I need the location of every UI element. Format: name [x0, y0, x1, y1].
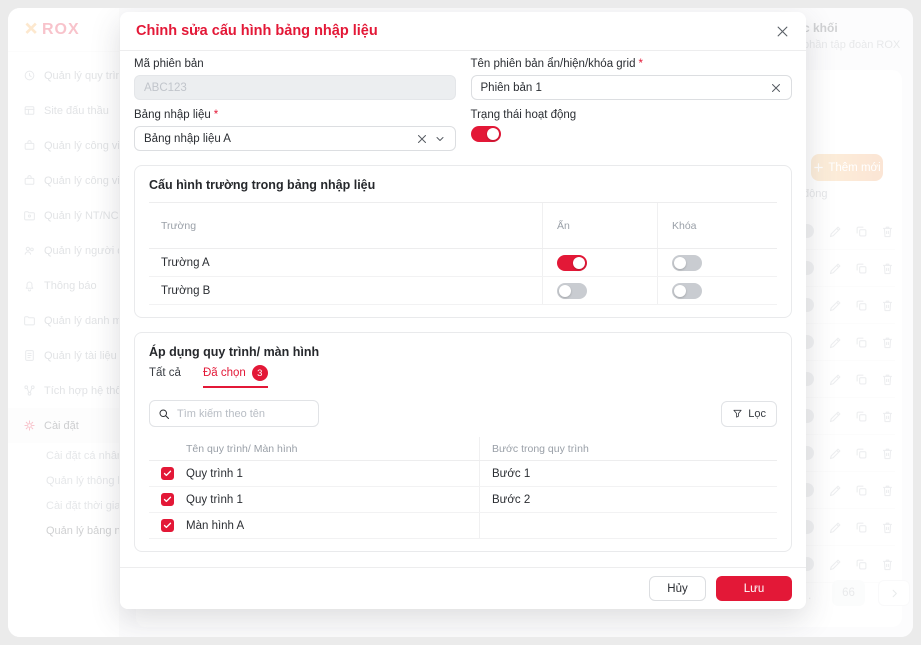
field-status: Trạng thái hoạt động [471, 109, 793, 151]
selected-count-badge: 3 [252, 365, 268, 381]
modal-body: Mã phiên bản ABC123 Tên phiên bản ẩn/hiệ… [120, 51, 806, 552]
table-row: Trường A [149, 249, 777, 277]
column-header-field: Trường [149, 203, 542, 248]
edit-config-modal: Chỉnh sửa cấu hình bảng nhập liệu Mã phi… [120, 12, 806, 609]
apply-title: Áp dụng quy trình/ màn hình [149, 345, 777, 359]
table-row: Quy trình 1 Bước 2 [149, 487, 777, 513]
search-input[interactable] [177, 408, 310, 420]
modal-footer: Hủy Lưu [120, 567, 806, 609]
tab-selected[interactable]: Đã chọn 3 [203, 365, 268, 388]
field-version-code: Mã phiên bản ABC123 [134, 58, 456, 100]
table-row: Màn hình A [149, 513, 777, 539]
column-header-name: Tên quy trình/ Màn hình [149, 437, 479, 460]
row-checkbox[interactable] [161, 519, 174, 532]
apply-card: Áp dụng quy trình/ màn hình Tất cả Đã ch… [134, 332, 792, 552]
filter-icon [732, 408, 743, 419]
table-header-row: Tên quy trình/ Màn hình Bước trong quy t… [149, 437, 777, 461]
modal-header: Chỉnh sửa cấu hình bảng nhập liệu [120, 12, 806, 51]
apply-rows: Quy trình 1 Bước 1 Quy trình 1 [149, 461, 777, 539]
row-step: Bước 2 [479, 487, 777, 512]
modal-title: Chỉnh sửa cấu hình bảng nhập liệu [136, 23, 378, 39]
field-config-table: Trường Ẩn Khóa Trường A Trường B [149, 202, 777, 305]
table-header-row: Trường Ẩn Khóa [149, 203, 777, 249]
app-frame: ROX Quản lý quy trình Site đấu thầu Quản… [8, 8, 913, 637]
cancel-button[interactable]: Hủy [649, 576, 706, 601]
version-name-field [471, 75, 793, 100]
search-row: Lọc [149, 400, 777, 427]
version-code-input: ABC123 [134, 75, 456, 100]
version-name-input[interactable] [481, 82, 765, 94]
save-button[interactable]: Lưu [716, 576, 792, 601]
status-toggle[interactable] [471, 126, 501, 142]
filter-button[interactable]: Lọc [721, 401, 777, 427]
close-icon[interactable] [775, 24, 790, 39]
lock-toggle[interactable] [672, 255, 702, 271]
chevron-down-icon[interactable] [434, 133, 446, 145]
field-version-name: Tên phiên bản ẩn/hiện/khóa grid [471, 58, 793, 100]
row-step [479, 513, 777, 538]
hide-toggle[interactable] [557, 255, 587, 271]
lock-toggle[interactable] [672, 283, 702, 299]
search-box [149, 400, 319, 427]
table-row: Trường B [149, 277, 777, 305]
column-header-lock: Khóa [657, 203, 777, 248]
row-step: Bước 1 [479, 461, 777, 486]
tab-all[interactable]: Tất cả [149, 365, 181, 388]
status-label: Trạng thái hoạt động [471, 109, 793, 121]
input-table-select[interactable]: Bảng nhập liệu A [134, 126, 456, 151]
field-config-title: Cấu hình trường trong bảng nhập liệu [149, 178, 777, 192]
version-code-label: Mã phiên bản [134, 58, 456, 70]
search-icon [158, 408, 170, 420]
row-name: Quy trình 1 [186, 494, 243, 506]
screen: ROX Quản lý quy trình Site đấu thầu Quản… [0, 0, 921, 645]
clear-icon[interactable] [770, 82, 782, 94]
row-checkbox[interactable] [161, 493, 174, 506]
apply-tabs: Tất cả Đã chọn 3 [149, 365, 777, 388]
field-name: Trường A [149, 249, 542, 276]
column-header-hide: Ẩn [542, 203, 657, 248]
field-name: Trường B [149, 277, 542, 304]
field-config-card: Cấu hình trường trong bảng nhập liệu Trư… [134, 165, 792, 318]
row-name: Quy trình 1 [186, 468, 243, 480]
table-row: Quy trình 1 Bước 1 [149, 461, 777, 487]
row-checkbox[interactable] [161, 467, 174, 480]
hide-toggle[interactable] [557, 283, 587, 299]
clear-icon[interactable] [416, 133, 428, 145]
row-name: Màn hình A [186, 520, 244, 532]
version-name-label: Tên phiên bản ẩn/hiện/khóa grid [471, 58, 793, 70]
apply-table: Tên quy trình/ Màn hình Bước trong quy t… [149, 437, 777, 539]
column-header-step: Bước trong quy trình [479, 437, 777, 460]
input-table-label: Bảng nhập liệu [134, 109, 456, 121]
field-input-table: Bảng nhập liệu Bảng nhập liệu A [134, 109, 456, 151]
field-config-rows: Trường A Trường B [149, 249, 777, 305]
